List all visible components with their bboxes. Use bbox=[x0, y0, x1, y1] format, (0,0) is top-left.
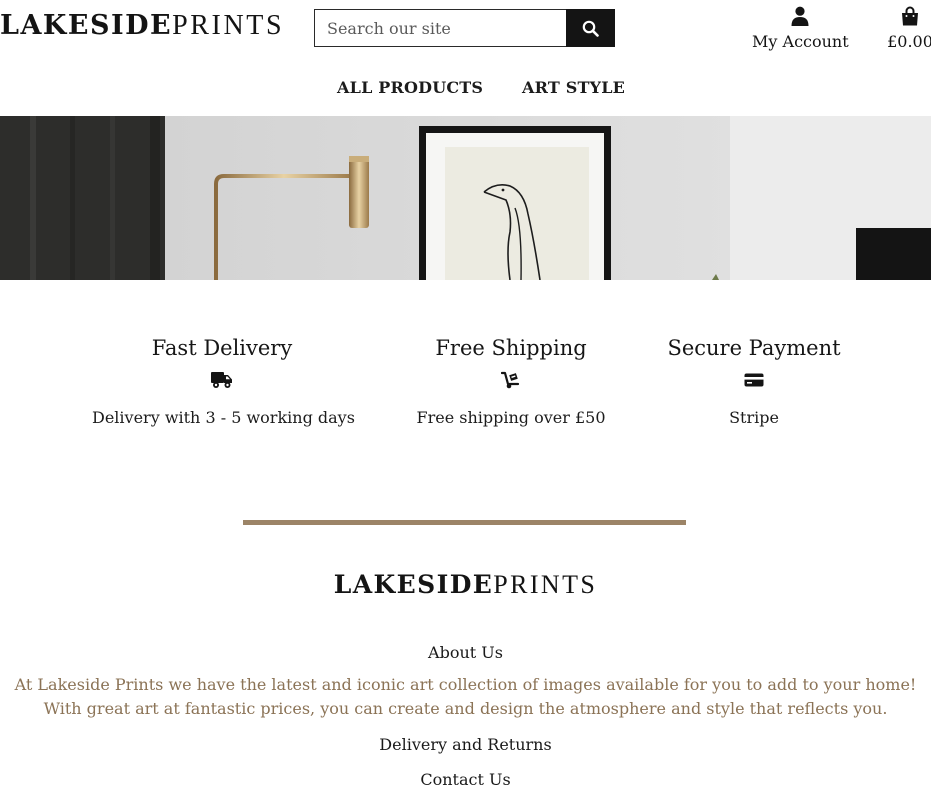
hand-truck-icon bbox=[501, 371, 520, 389]
truck-icon bbox=[211, 372, 232, 388]
search-button[interactable] bbox=[566, 9, 615, 47]
nav-art-style[interactable]: ART STYLE bbox=[522, 78, 625, 97]
site-logo[interactable]: LAKESIDEPRINTS bbox=[0, 12, 284, 40]
user-icon bbox=[791, 6, 809, 26]
footer-logo-bold-text: LAKESIDE bbox=[333, 570, 494, 599]
footer-logo[interactable]: LAKESIDEPRINTS bbox=[0, 572, 931, 598]
feature-text: Delivery with 3 - 5 working days bbox=[92, 408, 355, 427]
shopping-bag-icon bbox=[902, 6, 918, 26]
feature-secure-payment: Secure Payment Stripe bbox=[624, 335, 884, 427]
search-input[interactable] bbox=[314, 9, 566, 47]
about-us-text: At Lakeside Prints we have the latest an… bbox=[14, 675, 917, 718]
feature-fast-delivery: Fast Delivery Delivery with 3 - 5 workin… bbox=[92, 335, 355, 427]
hero-banner bbox=[0, 116, 931, 280]
nav-all-products[interactable]: ALL PRODUCTS bbox=[337, 78, 483, 97]
feature-title: Secure Payment bbox=[667, 336, 841, 360]
search-icon bbox=[582, 20, 599, 37]
footer-link-about-us[interactable]: About Us bbox=[0, 643, 931, 662]
feature-text: Free shipping over £50 bbox=[416, 408, 606, 427]
main-nav: ALL PRODUCTS ART STYLE bbox=[0, 78, 931, 100]
credit-card-icon bbox=[744, 373, 764, 387]
my-account-link[interactable]: My Account bbox=[752, 6, 849, 51]
site-header: LAKESIDEPRINTS My Account £0.00 ALL PROD… bbox=[0, 0, 931, 116]
footer-logo-light-text: PRINTS bbox=[493, 570, 598, 599]
footer-divider bbox=[243, 520, 686, 525]
feature-text: Stripe bbox=[729, 408, 779, 427]
feature-title: Fast Delivery bbox=[151, 336, 293, 360]
feature-title: Free Shipping bbox=[435, 336, 587, 360]
footer-link-contact-us[interactable]: Contact Us bbox=[0, 770, 931, 789]
cart-link[interactable]: £0.00 bbox=[884, 6, 931, 51]
footer-link-delivery-returns[interactable]: Delivery and Returns bbox=[0, 735, 931, 754]
hero-image bbox=[0, 116, 931, 280]
search-bar bbox=[314, 9, 615, 47]
cart-total: £0.00 bbox=[887, 32, 931, 51]
my-account-label: My Account bbox=[752, 32, 849, 51]
features-section: Fast Delivery Delivery with 3 - 5 workin… bbox=[0, 335, 931, 445]
logo-bold-text: LAKESIDE bbox=[0, 10, 173, 41]
logo-light-text: PRINTS bbox=[172, 10, 285, 41]
feature-free-shipping: Free Shipping Free shipping over £50 bbox=[381, 335, 641, 427]
